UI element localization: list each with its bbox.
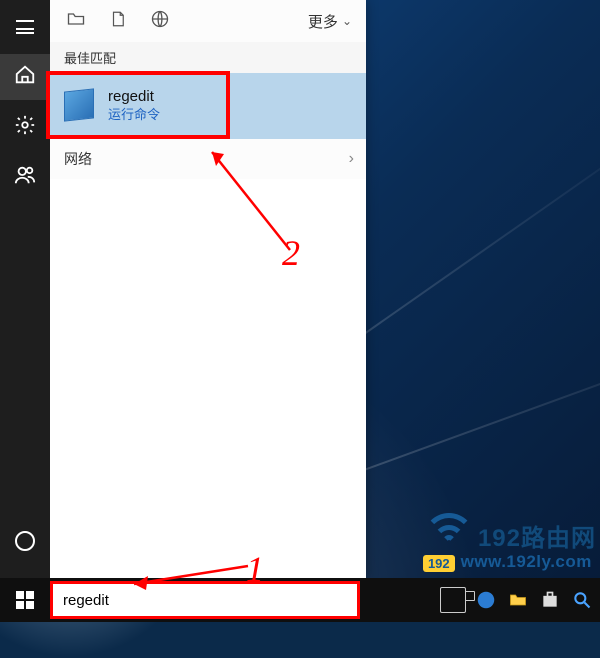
annotation-arrow-2 [200,140,310,270]
watermark: 192路由网 192 www.192ly.com [423,513,596,572]
tray-edge[interactable] [472,578,500,622]
sidebar-home[interactable] [0,54,50,100]
watermark-badge: 192 [423,555,455,572]
filter-folder[interactable] [56,1,96,41]
home-icon [14,64,36,91]
hamburger-icon [16,20,34,34]
chevron-down-icon: ⌄ [342,14,352,28]
more-dropdown[interactable]: 更多 ⌄ [300,1,360,41]
gear-icon [14,114,36,141]
task-view-button[interactable] [440,587,466,613]
wifi-icon [423,513,475,553]
sidebar-settings[interactable] [0,104,50,150]
people-icon [14,164,36,191]
cortana-ring-icon [15,531,35,551]
chevron-right-icon: › [349,150,354,168]
watermark-brand: 192路由网 [478,525,596,552]
tray-search[interactable] [568,578,596,622]
panel-content: 更多 ⌄ 最佳匹配 regedit 运行命令 网络 › [50,0,366,578]
regedit-icon [64,89,94,122]
tray-store[interactable] [536,578,564,622]
panel-header: 更多 ⌄ [50,0,366,42]
section-best-match: 最佳匹配 [50,42,366,73]
more-label: 更多 [308,11,338,32]
result-regedit[interactable]: regedit 运行命令 [46,71,230,139]
taskbar [0,578,600,622]
taskbar-search-input[interactable] [63,592,347,609]
folder-icon [66,9,86,34]
start-button[interactable] [0,578,50,622]
sidebar-cortana[interactable] [0,518,50,564]
globe-icon [150,9,170,34]
result-subtitle: 运行命令 [108,107,160,124]
sidebar-people[interactable] [0,154,50,200]
search-panel: 更多 ⌄ 最佳匹配 regedit 运行命令 网络 › [0,0,366,578]
result-title: regedit [108,87,160,107]
annotation-arrow-1 [120,560,260,590]
system-tray [472,578,596,622]
windows-logo-icon [16,591,34,609]
watermark-url: www.192ly.com [461,552,592,572]
filter-document[interactable] [98,1,138,41]
filter-web[interactable] [140,1,180,41]
tray-folder[interactable] [504,578,532,622]
section-network-label: 网络 [64,149,92,169]
document-icon [109,9,127,34]
hamburger-button[interactable] [0,4,50,50]
panel-sidebar [0,0,50,578]
